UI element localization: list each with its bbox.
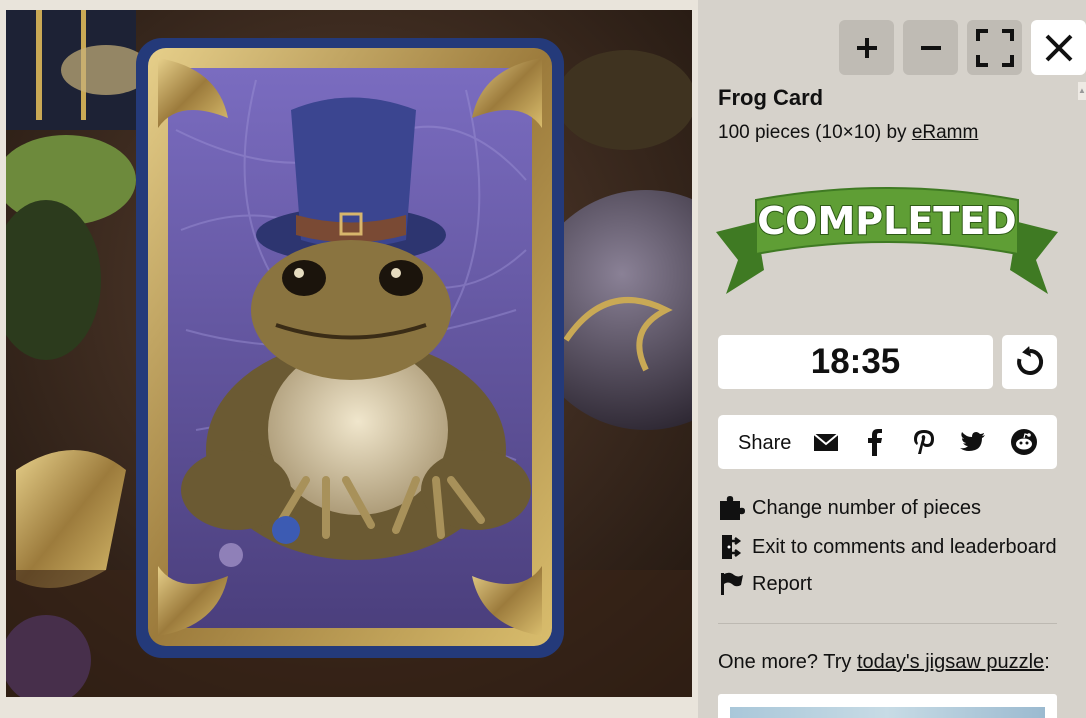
exit-comments-label: Exit to comments and leaderboard	[752, 535, 1057, 558]
minus-icon	[920, 45, 941, 50]
exit-door-icon	[722, 535, 742, 559]
puzzle-title: Frog Card	[718, 85, 824, 110]
puzzle-image[interactable]	[6, 10, 692, 697]
one-more-suffix: :	[1044, 651, 1050, 673]
mail-icon[interactable]	[812, 428, 840, 456]
reddit-icon[interactable]	[1010, 428, 1038, 456]
share-label: Share	[738, 432, 792, 454]
close-icon	[1045, 34, 1072, 61]
report-link[interactable]: Report	[718, 571, 812, 597]
completed-text: COMPLETED	[757, 199, 1016, 243]
pinterest-icon[interactable]	[910, 428, 938, 456]
timer: 18:35	[718, 335, 993, 389]
plus-icon	[856, 37, 877, 58]
flag-icon	[721, 572, 743, 595]
scrollbar-up-arrow[interactable]: ▲	[1078, 82, 1086, 100]
side-panel: ▲ Frog Card 100 pieces (10×10) by eRamm …	[698, 0, 1086, 718]
change-pieces-link[interactable]: Change number of pieces	[718, 495, 981, 521]
todays-puzzle-thumbnail[interactable]	[718, 694, 1057, 718]
todays-puzzle-link[interactable]: today's jigsaw puzzle	[857, 651, 1044, 673]
frog-card-illustration	[6, 10, 692, 697]
zoom-out-button[interactable]	[903, 20, 958, 75]
facebook-icon[interactable]	[861, 428, 889, 456]
restart-button[interactable]	[1002, 335, 1057, 389]
author-link[interactable]: eRamm	[912, 122, 979, 143]
todays-puzzle-image	[730, 707, 1045, 718]
restart-icon	[1016, 346, 1043, 375]
completed-banner: COMPLETED	[716, 187, 1058, 294]
divider	[718, 623, 1057, 624]
fullscreen-icon	[975, 28, 1014, 67]
zoom-in-button[interactable]	[839, 20, 894, 75]
page-background	[0, 697, 698, 718]
report-label: Report	[752, 572, 813, 595]
puzzle-piece-icon	[720, 496, 745, 520]
share-bar: Share	[718, 415, 1057, 469]
fullscreen-button[interactable]	[967, 20, 1022, 75]
exit-comments-link[interactable]: Exit to comments and leaderboard	[718, 533, 1057, 561]
one-more-prompt: One more? Try today's jigsaw puzzle:	[718, 651, 1050, 674]
pieces-text: 100 pieces (10×10) by	[718, 122, 912, 143]
twitter-icon[interactable]	[959, 428, 987, 456]
one-more-prefix: One more? Try	[718, 651, 857, 673]
close-button[interactable]	[1031, 20, 1086, 75]
change-pieces-label: Change number of pieces	[752, 496, 982, 519]
puzzle-info: 100 pieces (10×10) by eRamm	[718, 122, 978, 144]
